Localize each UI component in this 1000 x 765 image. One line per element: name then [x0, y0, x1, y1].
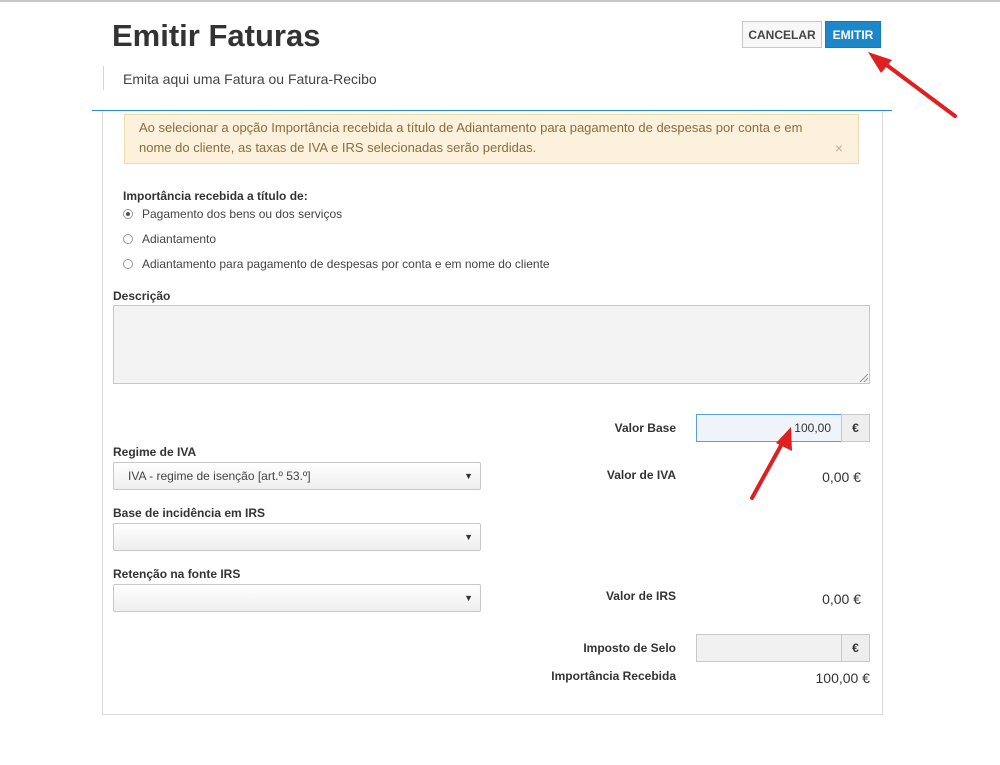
arrow-to-valor-base-icon — [750, 427, 792, 500]
arrow-to-emit-icon — [868, 52, 957, 118]
annotation-arrows — [750, 52, 957, 500]
